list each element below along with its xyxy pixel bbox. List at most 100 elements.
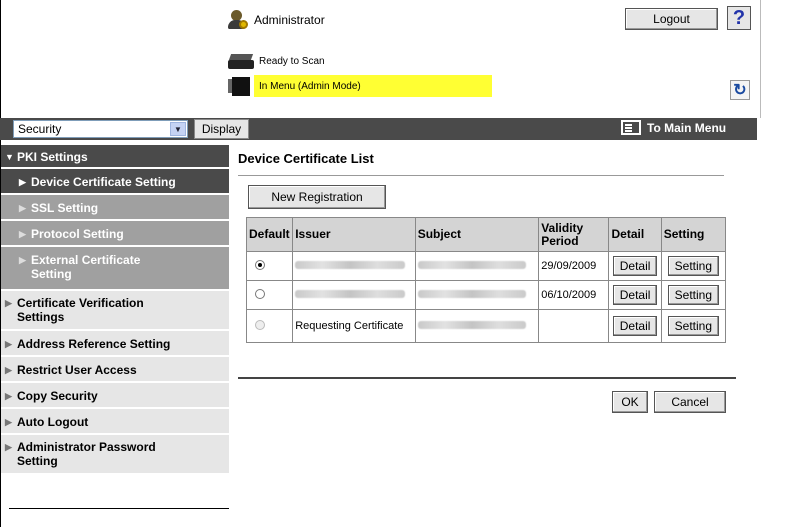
menu-status: In Menu (Admin Mode) <box>228 75 492 97</box>
category-select[interactable]: Security ▼ <box>13 120 188 138</box>
setting-button[interactable]: Setting <box>667 316 720 336</box>
sidebar-item-protocol-setting[interactable]: ▶ Protocol Setting <box>1 221 229 247</box>
validity-cell: 29/09/2009 <box>538 251 610 281</box>
detail-button[interactable]: Detail <box>612 316 658 336</box>
triangle-right-icon: ▶ <box>5 391 12 401</box>
sidebar-item-label: Administrator Password Setting <box>17 440 156 468</box>
sidebar-item-label: SSL Setting <box>31 201 99 215</box>
default-radio[interactable] <box>255 319 265 330</box>
subject-cell <box>414 309 540 343</box>
scanner-icon <box>228 52 254 70</box>
sidebar-item-label: Protocol Setting <box>31 227 124 241</box>
menu-status-text: In Menu (Admin Mode) <box>259 80 361 92</box>
column-header-detail: Detail <box>608 217 662 252</box>
setting-button[interactable]: Setting <box>667 256 720 276</box>
setting-cell: Setting <box>660 309 727 343</box>
subject-cell <box>414 280 540 310</box>
setting-button[interactable]: Setting <box>667 285 720 305</box>
sidebar-item-auto-logout[interactable]: ▶ Auto Logout <box>1 409 229 435</box>
detail-cell: Detail <box>608 251 662 281</box>
column-header-issuer: Issuer <box>292 217 416 252</box>
sidebar-item-label: Address Reference Setting <box>17 337 171 351</box>
detail-button[interactable]: Detail <box>612 256 658 276</box>
header-divider <box>760 0 761 118</box>
sidebar-item-pki-settings[interactable]: ▼ PKI Settings <box>1 145 229 169</box>
triangle-right-icon: ▶ <box>5 417 12 427</box>
user-info: Administrator <box>228 10 325 30</box>
redacted-issuer <box>295 261 406 269</box>
default-radio[interactable] <box>255 259 265 270</box>
issuer-cell: Requesting Certificate <box>292 309 416 343</box>
triangle-right-icon: ▶ <box>19 229 26 239</box>
sidebar-item-label: Device Certificate Setting <box>31 175 176 189</box>
sidebar-bottom-rule <box>9 508 229 509</box>
scan-status: Ready to Scan <box>228 52 325 70</box>
sidebar-item-ssl-setting[interactable]: ▶ SSL Setting <box>1 195 229 221</box>
redacted-subject <box>417 261 526 269</box>
validity-cell: 06/10/2009 <box>538 280 610 310</box>
column-header-default: Default <box>245 217 294 252</box>
main-menu-label: To Main Menu <box>647 120 727 135</box>
sidebar-item-copy-security[interactable]: ▶ Copy Security <box>1 383 229 409</box>
printer-icon <box>228 75 254 97</box>
default-radio[interactable] <box>255 288 265 299</box>
title-divider <box>238 175 724 176</box>
sidebar-item-label: Certificate Verification Settings <box>17 296 144 324</box>
triangle-right-icon: ▶ <box>19 255 26 265</box>
column-header-subject: Subject <box>414 217 540 252</box>
chevron-down-icon[interactable]: ▼ <box>170 122 186 136</box>
content-divider <box>238 377 736 379</box>
detail-button[interactable]: Detail <box>612 285 658 305</box>
triangle-right-icon: ▶ <box>5 298 12 308</box>
sidebar-item-external-certificate-setting[interactable]: ▶ External Certificate Setting <box>1 247 229 291</box>
default-cell <box>245 309 294 343</box>
menu-list-icon <box>621 120 641 135</box>
logout-button[interactable]: Logout <box>625 8 718 30</box>
table-row: Requesting Certificate Detail Setting <box>245 309 727 343</box>
administrator-icon <box>228 10 248 30</box>
issuer-cell <box>292 251 416 281</box>
sidebar-item-device-certificate-setting[interactable]: ▶ Device Certificate Setting <box>1 169 229 195</box>
user-name: Administrator <box>254 13 325 27</box>
subject-cell <box>414 251 540 281</box>
sidebar-item-label: PKI Settings <box>17 150 88 164</box>
column-header-validity-period: Validity Period <box>538 217 610 252</box>
detail-cell: Detail <box>608 280 662 310</box>
sidebar-item-label: Restrict User Access <box>17 363 137 377</box>
default-cell <box>245 251 294 281</box>
sidebar-item-certificate-verification-settings[interactable]: ▶ Certificate Verification Settings <box>1 291 229 331</box>
detail-cell: Detail <box>608 309 662 343</box>
sidebar-item-label: Auto Logout <box>17 415 89 429</box>
certificate-table: Default Issuer Subject Validity Period D… <box>245 217 727 343</box>
triangle-right-icon: ▶ <box>5 339 12 349</box>
scan-status-text: Ready to Scan <box>259 55 325 67</box>
triangle-right-icon: ▶ <box>5 365 12 375</box>
table-row: 29/09/2009 Detail Setting <box>245 251 727 281</box>
triangle-down-icon: ▼ <box>5 152 14 162</box>
column-header-setting: Setting <box>660 217 727 252</box>
page-title: Device Certificate List <box>238 151 374 166</box>
sidebar-item-label: External Certificate Setting <box>31 253 141 281</box>
issuer-cell <box>292 280 416 310</box>
table-row: 06/10/2009 Detail Setting <box>245 280 727 310</box>
cancel-button[interactable]: Cancel <box>654 391 726 413</box>
default-cell <box>245 280 294 310</box>
sidebar-item-label: Copy Security <box>17 389 98 403</box>
sidebar: ▼ PKI Settings ▶ Device Certificate Sett… <box>1 145 229 475</box>
redacted-subject <box>417 321 526 329</box>
sidebar-item-address-reference-setting[interactable]: ▶ Address Reference Setting <box>1 331 229 357</box>
triangle-right-icon: ▶ <box>19 203 26 213</box>
triangle-right-icon: ▶ <box>5 442 12 452</box>
redacted-issuer <box>295 290 406 298</box>
redacted-subject <box>417 290 526 298</box>
validity-cell <box>538 309 610 343</box>
sidebar-item-restrict-user-access[interactable]: ▶ Restrict User Access <box>1 357 229 383</box>
ok-button[interactable]: OK <box>612 391 648 413</box>
setting-cell: Setting <box>660 280 727 310</box>
main-menu-link[interactable]: To Main Menu <box>621 120 726 135</box>
new-registration-button[interactable]: New Registration <box>248 185 386 209</box>
display-button[interactable]: Display <box>194 119 249 139</box>
help-icon[interactable]: ? <box>727 6 751 30</box>
refresh-icon[interactable]: ↻ <box>730 80 750 100</box>
sidebar-item-administrator-password-setting[interactable]: ▶ Administrator Password Setting <box>1 435 229 475</box>
